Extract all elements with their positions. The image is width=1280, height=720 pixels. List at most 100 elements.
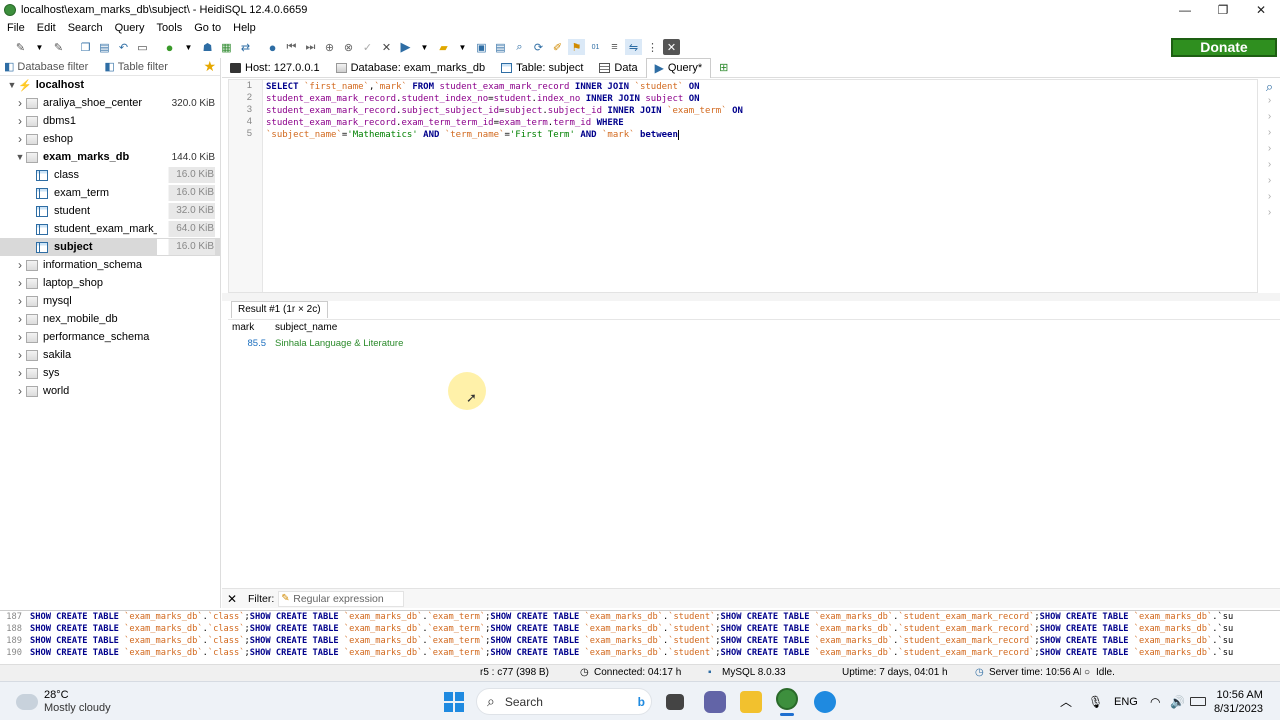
highlight-icon[interactable]: ⚑ [568, 39, 585, 55]
chevron-right-icon[interactable]: › [1259, 143, 1280, 159]
replace-icon[interactable]: ⟳ [530, 39, 547, 55]
editor-results-splitter[interactable] [222, 293, 1280, 301]
run-icon[interactable]: ▶ [397, 39, 414, 55]
taskbar-app-edge[interactable] [814, 682, 836, 720]
menu-tools[interactable]: Tools [150, 22, 188, 34]
language-indicator[interactable]: ENG [1114, 682, 1138, 720]
autorefresh-icon[interactable]: ⇋ [625, 39, 642, 55]
column-header-subject-name[interactable]: subject_name [270, 322, 470, 333]
tree-table-item[interactable]: exam_term 16.0 KiB [0, 184, 220, 202]
taskbar-search[interactable]: ⌕ Search b [476, 682, 652, 720]
start-button[interactable] [444, 682, 464, 720]
new-query-tab-button[interactable]: ⊞ [711, 58, 736, 78]
expand-arrow-icon[interactable]: › [14, 258, 26, 272]
result-tab[interactable]: Result #1 (1r × 2c) [231, 301, 328, 318]
connect-icon[interactable]: ✎ [12, 39, 29, 55]
expand-arrow-icon[interactable]: › [14, 276, 26, 290]
dropdown-icon[interactable]: ▼ [454, 39, 471, 55]
table-row[interactable]: 85.5 Sinhala Language & Literature [228, 335, 1280, 351]
expand-arrow-icon[interactable]: › [14, 312, 26, 326]
dropdown-icon[interactable]: ▼ [416, 39, 433, 55]
close-tab-icon[interactable]: ✕ [663, 39, 680, 55]
chevron-right-icon[interactable]: › [1259, 175, 1280, 191]
search-icon[interactable]: ⌕ [511, 39, 528, 55]
open-folder-icon[interactable]: ▰ [435, 39, 452, 55]
tree-database-item[interactable]: › mysql [0, 292, 220, 310]
result-grid[interactable]: mark subject_name 85.5 Sinhala Language … [228, 319, 1280, 351]
donate-button[interactable]: Donate [1171, 38, 1277, 57]
post-icon[interactable]: ✓ [359, 39, 376, 55]
tree-database-item[interactable]: › information_schema [0, 256, 220, 274]
taskbar-app-heidisql[interactable] [776, 682, 798, 720]
expand-arrow-icon[interactable]: › [14, 96, 26, 110]
tree-table-item[interactable]: student 32.0 KiB [0, 202, 220, 220]
expand-arrow-icon[interactable]: › [14, 384, 26, 398]
save-as-icon[interactable]: ▤ [492, 39, 509, 55]
tab-data[interactable]: Data [591, 58, 645, 78]
filter-input[interactable]: ✎ Regular expression [278, 590, 405, 607]
wifi-icon[interactable]: ◠ [1150, 682, 1160, 720]
tree-database-item[interactable]: ▼ exam_marks_db 144.0 KiB [0, 148, 220, 166]
chevron-right-icon[interactable]: › [1259, 191, 1280, 207]
cell-subject-name[interactable]: Sinhala Language & Literature [270, 338, 470, 349]
format-icon[interactable]: ✐ [549, 39, 566, 55]
maximize-button[interactable]: ❐ [1204, 3, 1242, 17]
expand-arrow-icon[interactable]: › [14, 294, 26, 308]
tree-database-item[interactable]: › nex_mobile_db [0, 310, 220, 328]
tree-database-item[interactable]: › eshop [0, 130, 220, 148]
database-filter[interactable]: ◧ Database filter [0, 60, 88, 74]
column-header-mark[interactable]: mark [228, 322, 270, 333]
menu-edit[interactable]: Edit [30, 22, 61, 34]
chevron-right-icon[interactable]: › [1259, 159, 1280, 175]
weather-widget[interactable]: 28°C Mostly cloudy [13, 682, 111, 720]
taskbar-app-files[interactable] [666, 682, 684, 720]
transfer-icon[interactable]: ⇄ [237, 39, 254, 55]
tree-database-item[interactable]: › laptop_shop [0, 274, 220, 292]
first-record-icon[interactable]: ⏮ [283, 39, 300, 55]
wrap-icon[interactable]: ≡ [606, 39, 623, 55]
tree-database-item[interactable]: › dbms1 [0, 112, 220, 130]
tab-query[interactable]: ▶ Query* [645, 57, 712, 78]
table-filter[interactable]: ◧ Table filter [100, 60, 168, 74]
users-icon[interactable]: ☗ [199, 39, 216, 55]
tree-root-localhost[interactable]: ▼ ⚡ localhost [0, 76, 220, 94]
menu-help[interactable]: Help [226, 22, 261, 34]
tab-host[interactable]: Host: 127.0.0.1 [222, 58, 328, 78]
minimize-button[interactable]: — [1166, 3, 1204, 17]
copy-icon[interactable]: ❐ [77, 39, 94, 55]
tab-table[interactable]: Table: subject [493, 58, 591, 78]
disconnect-icon[interactable]: ✎ [50, 39, 67, 55]
tree-database-item[interactable]: › sys [0, 364, 220, 382]
collapse-arrow-icon[interactable]: ▼ [6, 80, 18, 90]
volume-icon[interactable]: 🔊 [1170, 682, 1185, 720]
expand-arrow-icon[interactable]: › [14, 348, 26, 362]
taskbar-app-meet[interactable] [704, 682, 726, 720]
microphone-icon[interactable]: 🎙 [1088, 682, 1103, 720]
undo-icon[interactable]: ↶ [115, 39, 132, 55]
close-filter-icon[interactable]: ✕ [222, 592, 242, 606]
chevron-right-icon[interactable]: › [1259, 207, 1280, 223]
expand-arrow-icon[interactable]: › [14, 330, 26, 344]
delete-row-icon[interactable]: ⊗ [340, 39, 357, 55]
cell-mark[interactable]: 85.5 [228, 338, 270, 349]
menu-file[interactable]: File [0, 22, 30, 34]
expand-arrow-icon[interactable]: › [14, 114, 26, 128]
refresh-icon[interactable]: ● [161, 39, 178, 55]
tree-database-item[interactable]: › performance_schema [0, 328, 220, 346]
help-icon[interactable]: ● [264, 39, 281, 55]
tree-database-item[interactable]: › world [0, 382, 220, 400]
tree-table-item[interactable]: class 16.0 KiB [0, 166, 220, 184]
tree-database-item[interactable]: › sakila [0, 346, 220, 364]
search-icon[interactable]: ⌕ [1259, 79, 1280, 95]
menu-search[interactable]: Search [61, 22, 108, 34]
tab-database[interactable]: Database: exam_marks_db [328, 58, 494, 78]
print-icon[interactable]: ▭ [134, 39, 151, 55]
binary-icon[interactable]: 01 [587, 39, 604, 55]
more-icon[interactable]: ⋮ [644, 39, 661, 55]
expand-arrow-icon[interactable]: › [14, 366, 26, 380]
favorite-star-icon[interactable]: ★ [203, 58, 216, 75]
sql-editor[interactable]: 1 2 3 4 5 SELECT `first_name`,`mark` FRO… [228, 79, 1258, 293]
taskbar-clock[interactable]: 10:56 AM 8/31/2023 [1214, 682, 1263, 720]
insert-row-icon[interactable]: ⊕ [321, 39, 338, 55]
expand-arrow-icon[interactable]: › [14, 132, 26, 146]
